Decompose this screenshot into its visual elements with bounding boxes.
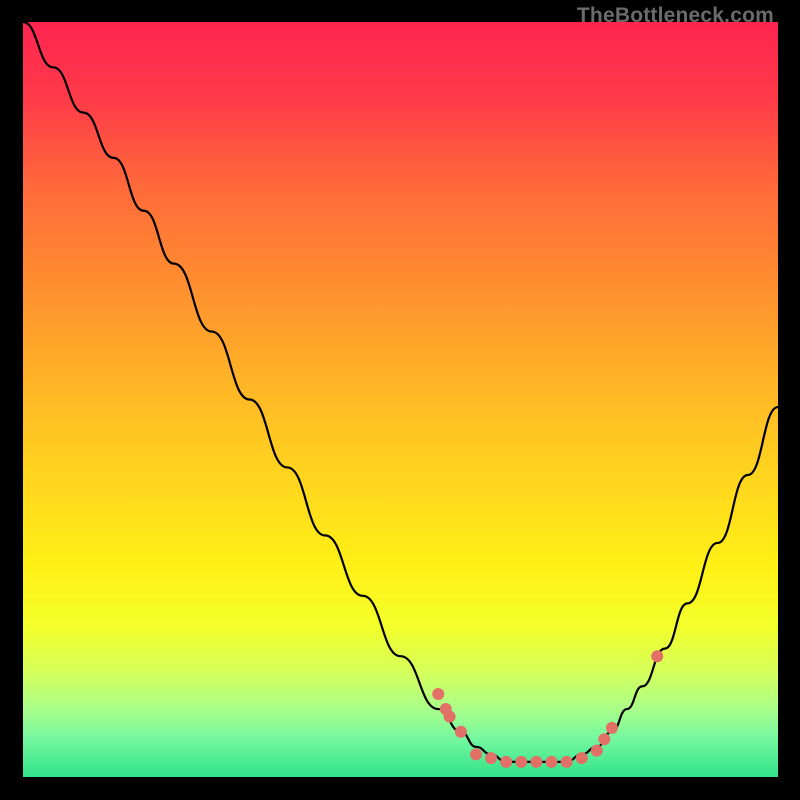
data-point [444,711,456,723]
data-point [485,752,497,764]
chart-svg [23,22,778,777]
data-point [606,722,618,734]
data-point [651,650,663,662]
data-point [432,688,444,700]
data-point [500,756,512,768]
data-point [515,756,527,768]
data-point [598,733,610,745]
gradient-background [23,22,778,777]
watermark-label: TheBottleneck.com [577,4,774,28]
data-point [530,756,542,768]
data-point [470,748,482,760]
data-point [455,726,467,738]
chart-frame: TheBottleneck.com [0,0,800,800]
plot-area [23,22,778,777]
data-point [591,745,603,757]
data-point [561,756,573,768]
data-point [576,752,588,764]
data-point [546,756,558,768]
